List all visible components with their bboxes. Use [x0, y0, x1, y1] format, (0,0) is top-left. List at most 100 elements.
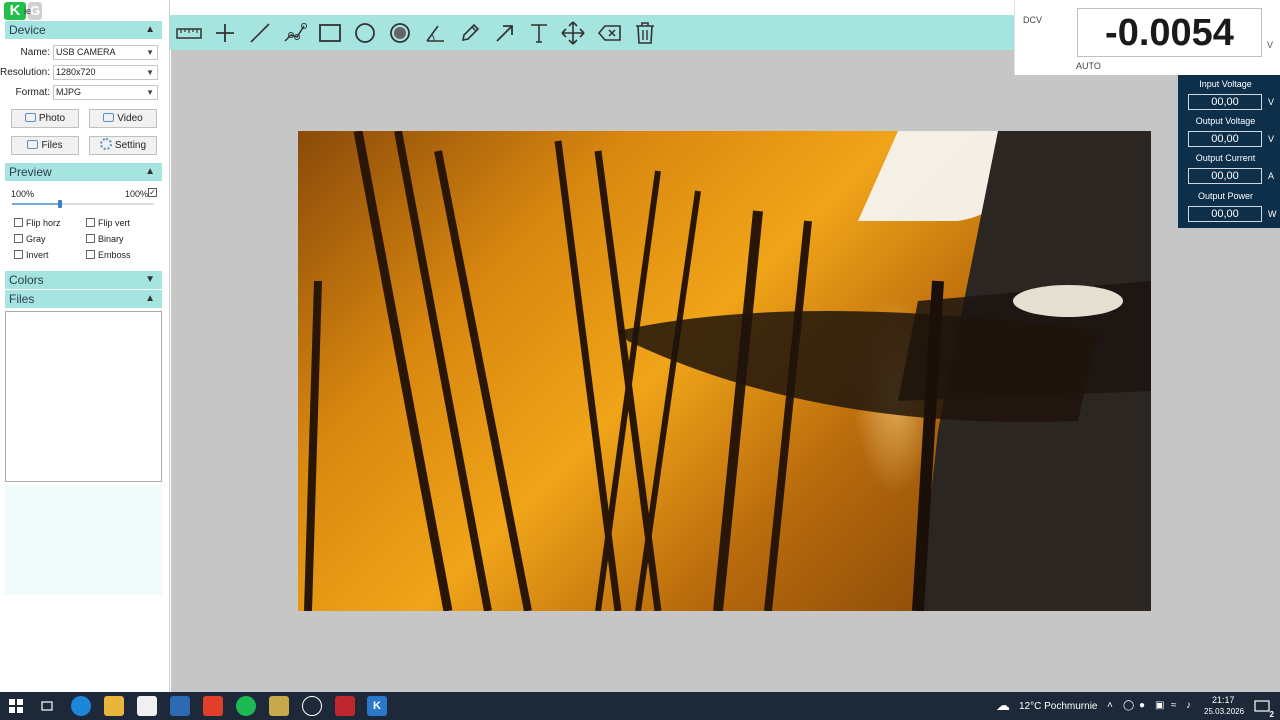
canvas-area[interactable]	[171, 50, 1280, 692]
output-voltage-field[interactable]: 00,00	[1188, 131, 1262, 147]
edge-browser-icon[interactable]	[71, 696, 91, 716]
network-icon[interactable]: ◯	[1123, 700, 1134, 711]
chevron-down-icon: ▼	[146, 68, 154, 77]
files-preview-pane	[5, 485, 162, 595]
files-button-label: Files	[41, 140, 63, 151]
resolution-label: Resolution:	[0, 67, 50, 78]
photo-button-label: Photo	[38, 113, 66, 124]
rectangle-icon[interactable]	[316, 20, 344, 46]
gray-label: Gray	[26, 234, 46, 244]
flip-horz-checkbox[interactable]: Flip horz	[14, 218, 61, 228]
polyline-icon[interactable]	[281, 20, 309, 46]
preview-section-header[interactable]: Preview ▲	[5, 163, 162, 181]
windows-taskbar: K ☁ 12°C Pochmurnie ˄ ◯ ● ▣ ≈ ♪ 21:17 25…	[0, 692, 1280, 720]
line-icon[interactable]	[246, 20, 274, 46]
chevron-up-icon: ▲	[145, 24, 155, 35]
move-icon[interactable]	[559, 20, 587, 46]
outlook-icon[interactable]	[170, 696, 190, 716]
checkbox-box	[86, 234, 95, 243]
clock-time[interactable]: 21:17	[1212, 695, 1235, 705]
chevron-down-icon: ▼	[145, 274, 155, 285]
drawing-toolbar	[170, 15, 1015, 50]
input-voltage-field[interactable]: 00,00	[1188, 94, 1262, 110]
app-icon[interactable]	[269, 696, 289, 716]
flip-vert-checkbox[interactable]: Flip vert	[86, 218, 130, 228]
setting-button[interactable]: Setting	[89, 136, 157, 155]
binary-checkbox[interactable]: Binary	[86, 234, 124, 244]
output-current-field[interactable]: 00,00	[1188, 168, 1262, 184]
video-button[interactable]: Video	[89, 109, 157, 128]
wifi-icon[interactable]: ≈	[1171, 700, 1177, 711]
chevron-down-icon: ▼	[146, 48, 154, 57]
format-label: Format:	[15, 87, 50, 98]
pcb-image-illustration	[304, 131, 1151, 611]
microphone-icon[interactable]: ●	[1139, 700, 1145, 711]
file-explorer-icon[interactable]	[104, 696, 124, 716]
zoom-min-label: 100%	[11, 189, 35, 199]
resolution-select[interactable]: 1280x720 ▼	[53, 65, 158, 80]
format-select[interactable]: MJPG ▼	[53, 85, 158, 100]
notifications-icon[interactable]: 2	[1252, 697, 1274, 719]
gray-checkbox[interactable]: Gray	[14, 234, 46, 244]
camera-preview-image[interactable]	[298, 131, 1151, 611]
checkbox-box	[86, 218, 95, 227]
monitor-icon[interactable]: ▣	[1155, 700, 1164, 711]
emboss-checkbox[interactable]: Emboss	[86, 250, 131, 260]
arrow-icon[interactable]	[491, 20, 519, 46]
input-voltage-label: Input Voltage	[1199, 79, 1252, 89]
clock-app-icon[interactable]	[302, 696, 322, 716]
zoom-slider-fill	[12, 203, 61, 205]
device-section-header[interactable]: Device ▲	[5, 21, 162, 39]
zoom-max-label: 100%	[125, 189, 149, 199]
format-value: MJPG	[56, 87, 82, 97]
pencil-icon[interactable]	[456, 20, 484, 46]
ruler-icon[interactable]	[175, 20, 203, 46]
volume-icon[interactable]: ♪	[1186, 700, 1191, 711]
task-view-icon[interactable]	[37, 696, 57, 716]
store-icon[interactable]	[137, 696, 157, 716]
app-logo-icon: K	[4, 2, 26, 20]
camera-name-select[interactable]: USB CAMERA ▼	[53, 45, 158, 60]
zoom-slider-thumb[interactable]	[58, 200, 63, 208]
files-list[interactable]	[5, 311, 162, 482]
spotify-icon[interactable]	[236, 696, 256, 716]
clock-date[interactable]: 25.03.2026	[1204, 707, 1244, 716]
invert-checkbox[interactable]: Invert	[14, 250, 49, 260]
flip-horz-label: Flip horz	[26, 218, 61, 228]
delete-icon[interactable]	[631, 20, 659, 46]
chevron-up-icon[interactable]: ˄	[1107, 700, 1113, 711]
output-current-unit: A	[1268, 171, 1275, 181]
output-power-unit: W	[1268, 209, 1277, 219]
app-title-fragment: ie	[24, 6, 32, 16]
app-red-icon[interactable]	[335, 696, 355, 716]
brave-browser-icon[interactable]	[203, 696, 223, 716]
circle-icon[interactable]	[351, 20, 379, 46]
microscope-app-icon[interactable]: K	[367, 696, 387, 716]
camera-name-value: USB CAMERA	[56, 47, 116, 57]
checkbox-box	[14, 234, 23, 243]
crosshair-icon[interactable]	[211, 20, 239, 46]
resolution-row: Resolution: 1280x720 ▼	[0, 65, 170, 81]
weather-text[interactable]: 12°C Pochmurnie	[1019, 701, 1097, 712]
meter-range-label: AUTO	[1076, 61, 1101, 71]
filled-circle-icon[interactable]	[386, 20, 414, 46]
notification-count: 2	[1269, 710, 1274, 719]
files-section-header[interactable]: Files ▲	[5, 290, 162, 308]
zoom-slider[interactable]	[12, 200, 154, 208]
angle-icon[interactable]	[421, 20, 449, 46]
name-row: Name: USB CAMERA ▼	[0, 45, 170, 61]
colors-section-header[interactable]: Colors ▼	[5, 271, 162, 289]
photo-button[interactable]: Photo	[11, 109, 79, 128]
start-icon[interactable]	[6, 696, 26, 716]
text-icon[interactable]	[525, 20, 553, 46]
erase-icon[interactable]	[596, 20, 624, 46]
flip-vert-label: Flip vert	[98, 218, 131, 228]
output-voltage-unit: V	[1268, 134, 1275, 144]
preview-header-label: Preview	[9, 165, 52, 179]
zoom-checkbox[interactable]: ✓	[148, 188, 157, 197]
files-button[interactable]: Files	[11, 136, 79, 155]
chevron-down-icon: ▼	[146, 88, 154, 97]
meter-reading: -0.0054	[1077, 8, 1262, 57]
emboss-label: Emboss	[98, 250, 131, 260]
output-power-field[interactable]: 00,00	[1188, 206, 1262, 222]
